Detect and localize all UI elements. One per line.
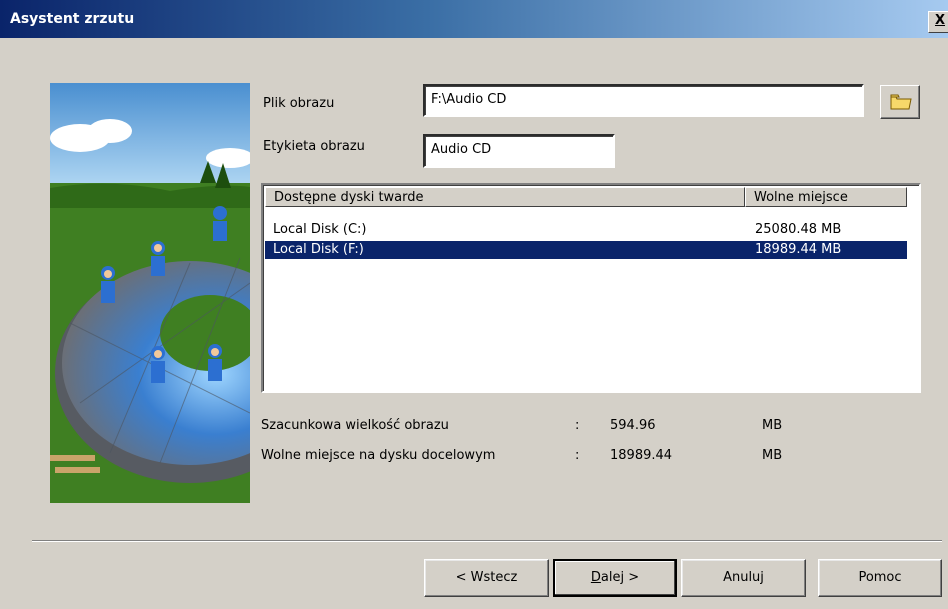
next-mnemonic: D — [590, 570, 601, 585]
estimated-size-value: 594.96 — [610, 418, 656, 433]
estimated-size-unit: MB — [762, 418, 783, 433]
free-space-separator: : — [575, 448, 580, 463]
disk-name: Local Disk (F:) — [273, 242, 364, 257]
image-label-field[interactable]: Audio CD — [423, 134, 615, 168]
disk-row-f[interactable]: Local Disk (F:) 18989.44 MB — [265, 241, 907, 259]
estimated-size-separator: : — [575, 418, 580, 433]
column-header-free-space[interactable]: Wolne miejsce — [745, 187, 907, 207]
window-title: Asystent zrzutu — [10, 11, 135, 27]
button-separator — [32, 540, 942, 542]
estimated-size-label: Szacunkowa wielkość obrazu — [261, 418, 449, 433]
free-space-unit: MB — [762, 448, 783, 463]
disk-row-c[interactable]: Local Disk (C:) 25080.48 MB — [265, 221, 907, 239]
image-label-label: Etykieta obrazu — [263, 139, 365, 154]
image-file-field[interactable]: F:\Audio CD — [423, 84, 864, 117]
column-header-disk[interactable]: Dostępne dyski twarde — [265, 187, 745, 207]
disk-name: Local Disk (C:) — [273, 222, 367, 237]
cancel-button[interactable]: Anuluj — [681, 559, 806, 597]
image-file-label: Plik obrazu — [263, 96, 335, 111]
disk-free-space: 25080.48 MB — [755, 222, 842, 237]
disk-list[interactable]: Dostępne dyski twarde Wolne miejsce Loca… — [261, 183, 921, 393]
free-space-label: Wolne miejsce na dysku docelowym — [261, 448, 496, 463]
close-button[interactable]: X — [928, 11, 948, 33]
back-button[interactable]: < Wstecz — [424, 559, 549, 597]
next-button[interactable]: Dalej > — [553, 559, 677, 597]
next-label: alej > — [600, 570, 640, 585]
help-button[interactable]: Pomoc — [818, 559, 942, 597]
disk-list-header: Dostępne dyski twarde Wolne miejsce — [265, 187, 919, 209]
folder-icon — [890, 94, 912, 110]
close-icon: X — [934, 13, 946, 28]
title-bar: Asystent zrzutu X — [0, 0, 948, 38]
free-space-value: 18989.44 — [610, 448, 673, 463]
disk-free-space: 18989.44 MB — [755, 242, 842, 257]
wizard-illustration — [50, 83, 250, 503]
browse-button[interactable] — [880, 85, 920, 119]
